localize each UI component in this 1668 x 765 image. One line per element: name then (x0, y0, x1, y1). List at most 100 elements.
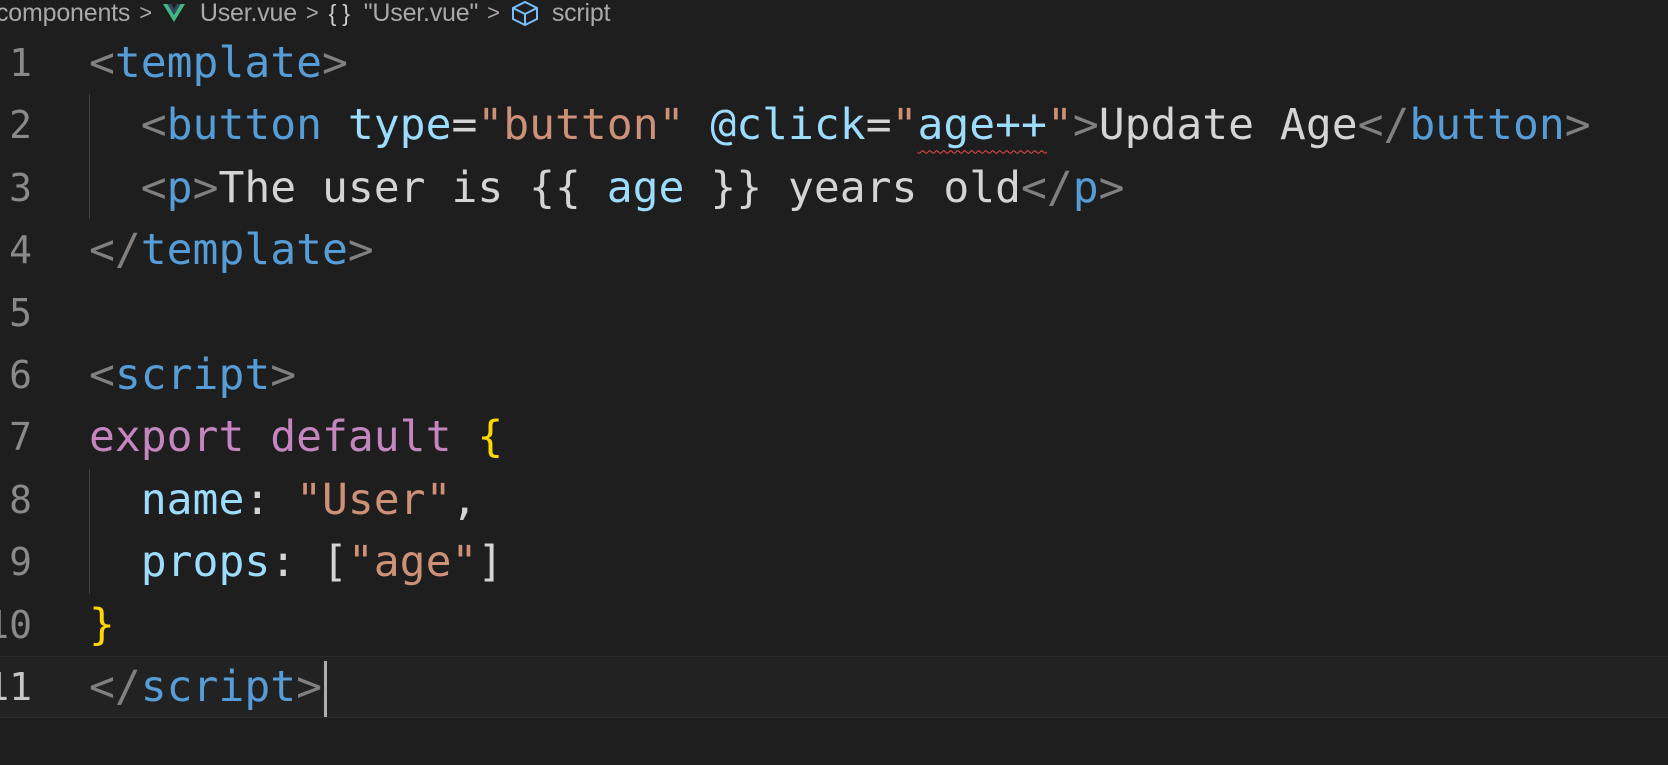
code-identifier: props (140, 537, 271, 588)
code-punctuation: > (270, 349, 297, 400)
code-punctuation: < (89, 349, 115, 400)
code-text: = (451, 100, 478, 151)
breadcrumb-item-user-vue[interactable]: User.vue (162, 0, 297, 28)
code-tag-name: script (114, 349, 271, 400)
code-line[interactable]: 2 <button type="button" @click="age++">U… (0, 94, 1668, 156)
code-error-squiggle: age++ (917, 100, 1047, 151)
code-text: Update Age (1098, 100, 1358, 151)
code-line-content: } (89, 594, 115, 656)
cube-icon (511, 0, 538, 26)
breadcrumb-separator: > (139, 0, 152, 25)
line-number: 3 (9, 165, 32, 210)
breadcrumb-label: script (551, 0, 611, 27)
vue-logo-icon (162, 4, 185, 22)
code-line[interactable]: 1 <template> (0, 32, 1668, 94)
line-number: 11 (0, 664, 32, 709)
code-text: : (270, 537, 323, 588)
code-line[interactable]: 5 (0, 282, 1668, 344)
code-line[interactable]: 10} (0, 594, 1668, 656)
code-string: "button" (477, 100, 685, 151)
code-string: "age" (347, 537, 478, 588)
code-punctuation: > (322, 38, 348, 88)
code-tag-name: button (166, 100, 323, 151)
code-text: , (451, 474, 478, 525)
code-punctuation: > (1072, 100, 1099, 151)
code-brace: { (477, 412, 504, 463)
code-string: "User" (296, 474, 452, 525)
code-punctuation: > (1564, 100, 1591, 151)
code-string: " (1046, 100, 1073, 151)
code-line[interactable]: 8 name: "User", (0, 469, 1668, 531)
code-line-content: <button type="button" @click="age++">Upd… (89, 94, 1591, 156)
code-string: " (891, 100, 918, 151)
code-punctuation: > (347, 225, 374, 276)
code-line-content: <template> (89, 32, 348, 94)
code-identifier: age (606, 162, 685, 213)
code-brace: } (89, 599, 115, 650)
line-number: 7 (9, 415, 32, 460)
code-line[interactable]: 11 </script> (0, 655, 1668, 719)
breadcrumb-separator: > (305, 0, 319, 25)
breadcrumb-item-component-object[interactable]: { } "User.vue" (329, 0, 479, 28)
line-number: 9 (9, 540, 32, 585)
breadcrumb-label: components (0, 0, 131, 27)
breadcrumb-label: User.vue (199, 0, 297, 27)
code-line-content: props: ["age"] (89, 531, 503, 593)
code-punctuation: > (192, 162, 219, 213)
code-tag-name: template (114, 38, 322, 88)
code-attribute: @click (710, 100, 866, 151)
code-line-content: <p>The user is {{ age }} years old</p> (89, 157, 1125, 219)
line-number: 6 (9, 352, 32, 397)
breadcrumb-item-script[interactable]: script (510, 0, 611, 28)
code-punctuation: < (140, 100, 167, 151)
code-punctuation: > (1098, 162, 1125, 213)
code-keyword: export (89, 412, 245, 463)
code-attribute: type (347, 100, 452, 151)
code-line-content: </script> (89, 656, 328, 718)
code-text: }} years old (684, 162, 1021, 213)
code-punctuation: </ (89, 225, 141, 276)
code-line-content: <script> (89, 344, 296, 406)
code-punctuation: < (89, 38, 115, 88)
code-text: : (244, 474, 297, 525)
line-number: 1 (9, 41, 32, 85)
code-line[interactable]: 4 </template> (0, 219, 1668, 281)
code-line-content: export default { (89, 406, 503, 468)
code-identifier: name (140, 474, 245, 525)
code-editor[interactable]: components > User.vue > { } "User.vue" >… (0, 0, 1668, 765)
line-number: 4 (9, 228, 32, 273)
code-punctuation: </ (1021, 162, 1073, 213)
breadcrumb-label: "User.vue" (363, 0, 479, 27)
code-tag-name: button (1409, 100, 1565, 151)
code-line[interactable]: 9 props: ["age"] (0, 531, 1668, 593)
code-keyword: default (270, 412, 452, 463)
code-text: [ (322, 537, 348, 588)
code-tag-name: p (166, 162, 193, 213)
code-tag-name: script (140, 661, 297, 712)
code-punctuation: > (296, 661, 323, 712)
line-number: 10 (0, 602, 32, 647)
braces-icon: { } (328, 0, 350, 26)
code-punctuation: < (140, 162, 167, 213)
code-text: = (865, 100, 892, 151)
breadcrumb-item-components[interactable]: components (0, 0, 130, 28)
text-cursor (324, 661, 328, 718)
line-number: 5 (9, 290, 32, 335)
code-tag-name: p (1072, 162, 1099, 213)
code-punctuation: </ (1357, 100, 1410, 151)
line-number: 8 (9, 477, 32, 522)
line-number: 2 (9, 103, 32, 148)
code-line[interactable]: 6 <script> (0, 344, 1668, 406)
code-line[interactable]: 3 <p>The user is {{ age }} years old</p> (0, 157, 1668, 219)
code-area[interactable]: 1 <template> 2 <button type="button" @clic… (0, 32, 1668, 719)
code-line[interactable]: 7 export default { (0, 406, 1668, 468)
breadcrumb-separator: > (487, 0, 500, 25)
